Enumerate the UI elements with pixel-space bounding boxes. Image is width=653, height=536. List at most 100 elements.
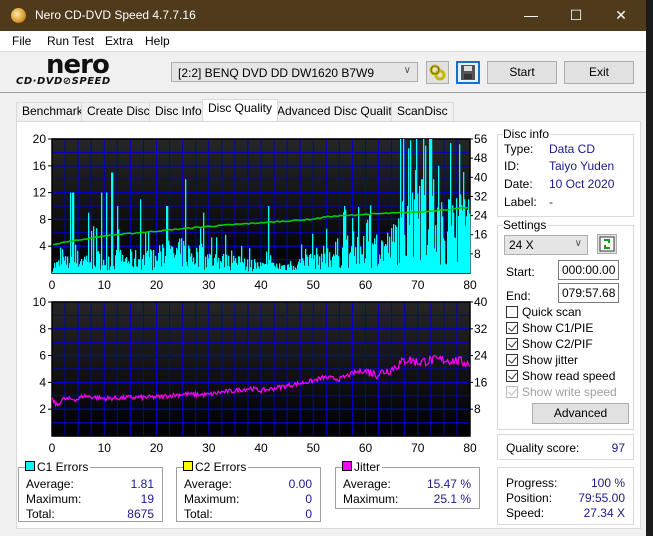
tab-disc-quality[interactable]: Disc Quality	[202, 99, 279, 121]
advanced-button[interactable]: Advanced	[532, 403, 629, 424]
minimize-button[interactable]: —	[508, 0, 554, 31]
y2-tick-label: 24	[474, 349, 488, 363]
y-tick-label: 4	[39, 239, 46, 253]
start-time-label: Start:	[506, 265, 535, 279]
jitter-group: Jitter Average: 15.47 % Maximum: 25.1 %	[335, 460, 480, 509]
quality-score-value: 97	[611, 441, 625, 455]
speed-select[interactable]: 24 X ∨	[504, 235, 588, 255]
c1-total-label: Total:	[26, 507, 55, 521]
maximize-button[interactable]: ☐	[553, 0, 599, 31]
y2-tick-label: 32	[474, 189, 488, 203]
tab-advanced-disc-quality[interactable]: Advanced Disc Quality	[271, 102, 404, 121]
x-tick-label: 70	[411, 278, 425, 290]
y2-tick-label: 56	[474, 132, 488, 146]
x-tick-label: 20	[150, 441, 164, 454]
speed-label: Speed:	[506, 506, 545, 520]
c1-errors-title: C1 Errors	[25, 460, 91, 474]
progress-group: Progress: 100 % Position: 79:55.00 Speed…	[497, 467, 634, 525]
c1-bar	[419, 185, 421, 273]
jitter-chart: 0 10 20 30 40 50 60 70 80246810816243240	[33, 295, 488, 454]
jitter-average-label: Average:	[343, 477, 391, 491]
end-time-input[interactable]: 079:57.68	[558, 283, 619, 303]
x-tick-label: 80	[463, 278, 477, 290]
quality-score-group: Quality score: 97	[497, 434, 634, 460]
show-c2-pif-checkbox[interactable]	[506, 338, 518, 350]
show-read-speed-label: Show read speed	[522, 369, 616, 383]
c1-maximum-label: Maximum:	[26, 492, 82, 506]
progress-label: Progress:	[506, 476, 558, 490]
show-c1-pie-checkbox[interactable]	[506, 322, 518, 334]
refresh-icon	[599, 236, 615, 252]
y-tick-label: 6	[39, 349, 46, 363]
start-time-input[interactable]: 000:00.00	[558, 260, 619, 280]
c1-bar	[247, 259, 249, 273]
quick-scan-label: Quick scan	[522, 305, 582, 319]
jitter-maximum-value: 25.1 %	[433, 492, 471, 506]
c2-total-value: 0	[305, 507, 312, 521]
disc-id-label: ID:	[504, 159, 520, 173]
drive-select-value: [2:2] BENQ DVD DD DW1620 B7W9	[178, 66, 375, 80]
jitter-maximum-label: Maximum:	[343, 492, 399, 506]
menu-help[interactable]: Help	[145, 34, 170, 48]
x-tick-label: 80	[463, 441, 477, 454]
y2-tick-label: 16	[474, 375, 488, 389]
c2-maximum-value: 0	[305, 492, 312, 506]
save-button[interactable]	[456, 61, 480, 84]
x-tick-label: 0	[49, 278, 56, 290]
show-c2-pif-label: Show C2/PIF	[522, 337, 593, 351]
disc-date-value: 10 Oct 2020	[549, 177, 615, 191]
refresh-speed-button[interactable]	[597, 234, 617, 254]
c1-average-label: Average:	[26, 477, 74, 491]
c1-total-value: 8675	[127, 507, 154, 521]
disc-type-label: Type:	[504, 142, 534, 156]
y-tick-label: 2	[39, 402, 46, 416]
exit-button[interactable]: Exit	[564, 61, 634, 84]
y2-tick-label: 16	[474, 228, 488, 242]
c2-maximum-label: Maximum:	[184, 492, 240, 506]
show-jitter-checkbox[interactable]	[506, 354, 518, 366]
show-write-speed-label: Show write speed	[522, 385, 617, 399]
x-tick-label: 30	[202, 441, 216, 454]
tab-create-disc[interactable]: Create Disc	[81, 102, 156, 121]
tab-benchmark[interactable]: Benchmark	[16, 102, 89, 121]
title-bar: Nero CD-DVD Speed 4.7.7.16 — ☐ ✕	[0, 0, 646, 31]
c2-errors-title: C2 Errors	[183, 460, 249, 474]
floppy-disk-icon	[461, 65, 475, 80]
chevron-down-icon: ∨	[574, 238, 582, 249]
c1-bar	[370, 205, 372, 273]
y2-tick-label: 8	[474, 402, 481, 416]
menu-extra[interactable]: Extra	[105, 34, 133, 48]
menu-file[interactable]: File	[12, 34, 31, 48]
y-tick-label: 8	[39, 212, 46, 226]
disc-label-label: Label:	[504, 195, 537, 209]
c1-color-swatch	[25, 461, 35, 471]
end-time-label: End:	[506, 289, 531, 303]
menu-run-test[interactable]: Run Test	[47, 34, 94, 48]
c1-maximum-value: 19	[140, 492, 154, 506]
quick-scan-checkbox[interactable]	[506, 306, 518, 318]
show-write-speed-checkbox	[506, 386, 518, 398]
drive-select[interactable]: [2:2] BENQ DVD DD DW1620 B7W9 ∨	[171, 62, 418, 82]
show-read-speed-checkbox[interactable]	[506, 370, 518, 382]
c2-errors-group: C2 Errors Average: 0.00 Maximum: 0 Total…	[176, 460, 321, 522]
drive-refresh-button[interactable]	[426, 61, 449, 84]
y-tick-label: 12	[33, 186, 47, 200]
logo-subtitle: CD·DVD⊘SPEED	[16, 76, 111, 87]
x-tick-label: 10	[98, 441, 112, 454]
y2-tick-label: 40	[474, 170, 488, 184]
tab-disc-info[interactable]: Disc Info	[149, 102, 208, 121]
close-button[interactable]: ✕	[598, 0, 644, 31]
c1-bar	[251, 259, 253, 273]
app-icon	[11, 8, 26, 23]
y-tick-label: 8	[39, 322, 46, 336]
app-window: Nero CD-DVD Speed 4.7.7.16 — ☐ ✕ File Ru…	[0, 0, 646, 536]
c1-bar	[439, 209, 441, 273]
c1-errors-chart: 0 10 20 30 40 50 60 70 80481216208162432404856	[33, 132, 488, 290]
c1-bar	[185, 179, 187, 273]
position-value: 79:55.00	[578, 491, 625, 505]
start-button[interactable]: Start	[487, 61, 557, 84]
show-jitter-label: Show jitter	[522, 353, 579, 367]
chain-link-icon	[429, 64, 446, 81]
nero-logo: nero CD·DVD⊘SPEED	[16, 50, 128, 90]
tab-scandisc[interactable]: ScanDisc	[391, 102, 454, 121]
